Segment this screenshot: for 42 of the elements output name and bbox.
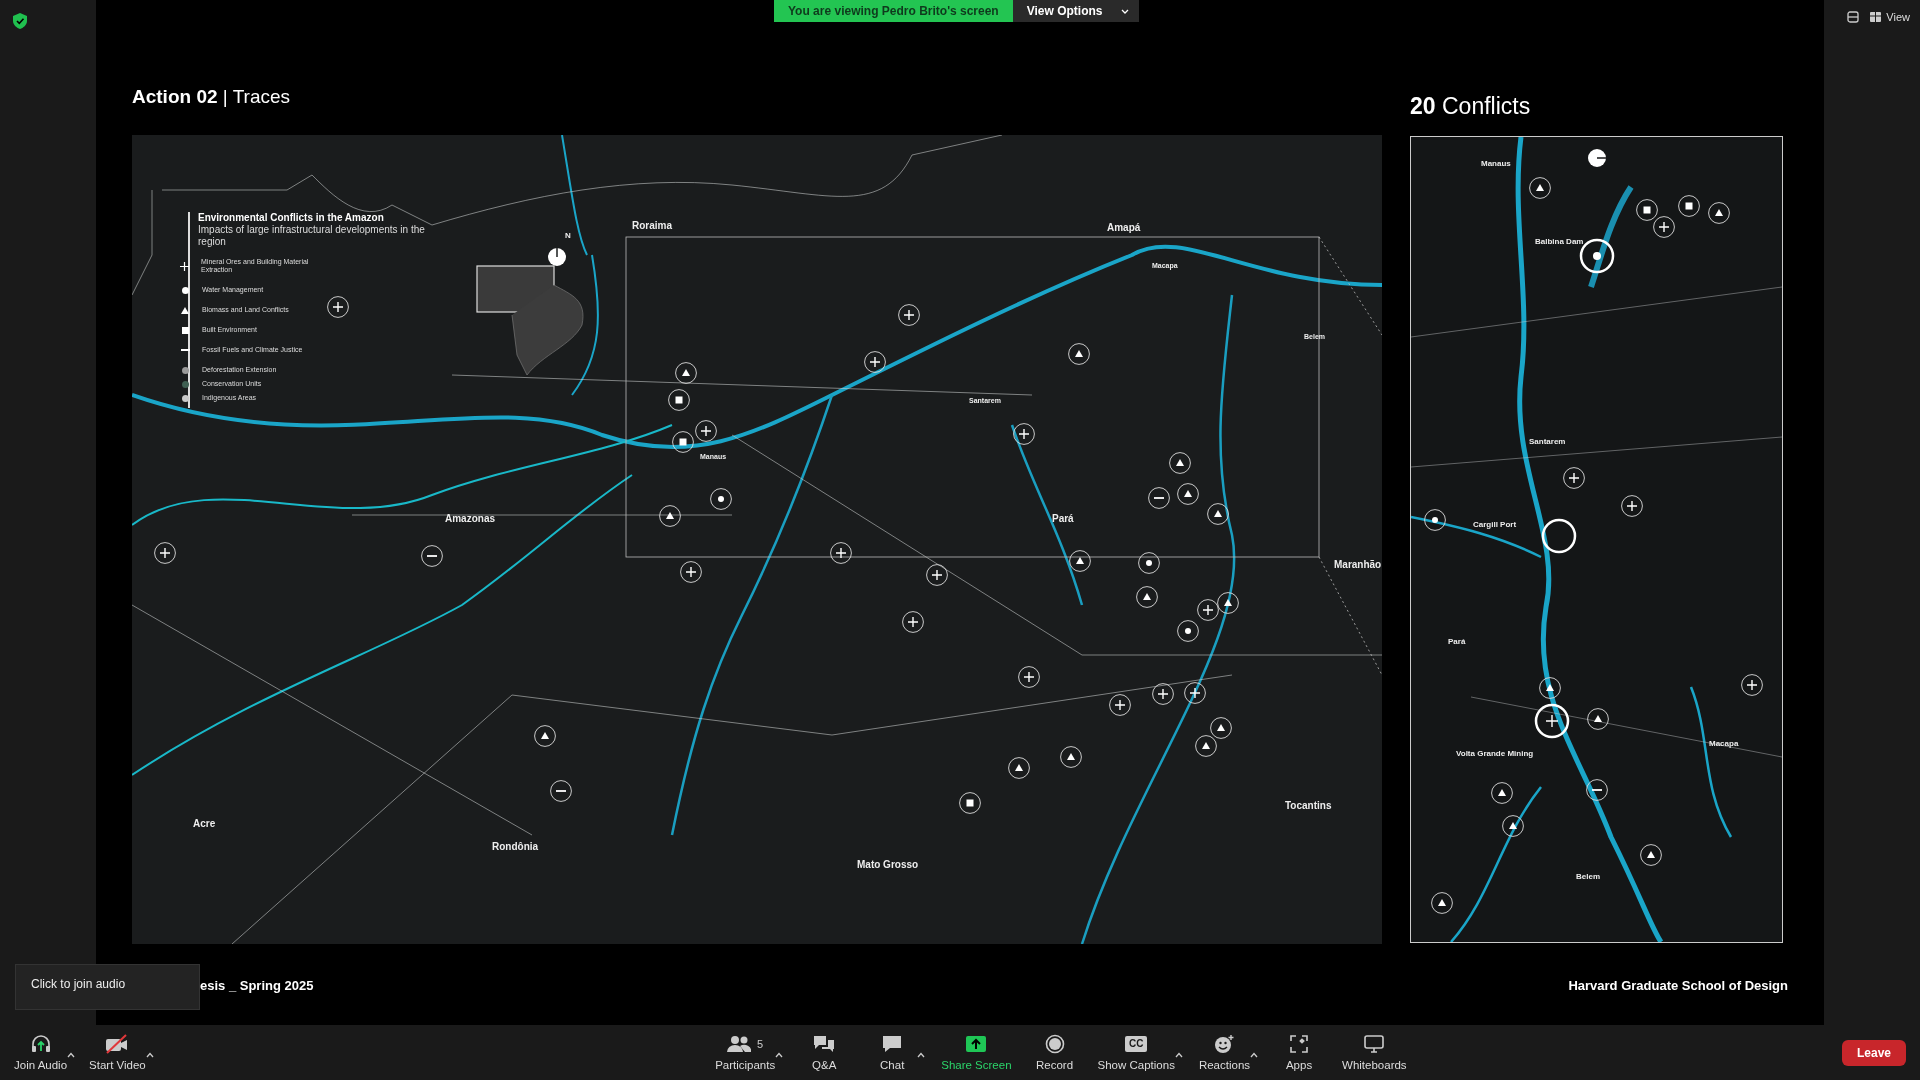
record-button[interactable]: Record — [1021, 1030, 1088, 1075]
leave-button[interactable]: Leave — [1841, 1039, 1906, 1066]
place-label: Belem — [1576, 872, 1600, 881]
place-label: Pará — [1448, 637, 1466, 646]
region-label: Acre — [193, 818, 216, 829]
north-label: N — [565, 231, 571, 240]
footer-school: Harvard Graduate School of Design — [1568, 978, 1788, 993]
region-label: Maranhão — [1334, 559, 1382, 570]
qa-button[interactable]: Q&A — [791, 1030, 858, 1075]
region-label: Pará — [1052, 513, 1074, 524]
region-label: Mato Grosso — [857, 859, 919, 870]
view-options-button[interactable]: View Options — [1012, 0, 1139, 22]
place-label: Manaus — [1481, 159, 1511, 168]
legend-title: Environmental Conflicts in the Amazon — [198, 212, 385, 224]
footer-course: esis _ Spring 2025 — [200, 978, 314, 993]
region-label: Rondônia — [492, 841, 539, 852]
place-label: Balbina Dam — [1535, 237, 1584, 246]
region-label: Tocantins — [1285, 800, 1332, 811]
region-label: Roraima — [632, 220, 672, 231]
video-button[interactable]: Start Video — [81, 1030, 154, 1075]
view-button[interactable]: View — [1866, 11, 1914, 23]
captions-icon: CC — [1125, 1036, 1148, 1052]
whiteboards-button[interactable]: Whiteboards — [1334, 1030, 1415, 1075]
audio-button[interactable]: Join Audio — [6, 1030, 76, 1075]
place-label: Santarem — [1529, 437, 1566, 446]
apps-button[interactable]: Apps — [1266, 1030, 1333, 1075]
slide-title: Action 02 | Traces — [132, 85, 292, 109]
region-label: Amapá — [1107, 222, 1141, 233]
viewing-banner: You are viewing Pedro Brito's screen — [774, 0, 1013, 22]
participant-count: 5 — [757, 1038, 764, 1050]
panel-title: 20 Conflicts — [1410, 92, 1532, 121]
place-label: Cargill Port — [1473, 520, 1517, 529]
region-label: Amazonas — [445, 513, 495, 524]
captions-button[interactable]: CC Show Captions — [1089, 1030, 1183, 1075]
reactions-button[interactable]: Reactions — [1190, 1030, 1259, 1075]
participants-button[interactable]: 5 Participants — [707, 1030, 784, 1075]
place-label: Macapa — [1709, 739, 1739, 748]
chat-button[interactable]: Chat — [859, 1030, 926, 1075]
share-button[interactable]: Share Screen — [933, 1030, 1020, 1075]
join-audio-tooltip: Click to join audio — [15, 964, 200, 1010]
legend-subtitle: Impacts of large infrastructural developments in the region — [198, 224, 426, 248]
place-label: Volta Grande Mining — [1456, 749, 1534, 758]
